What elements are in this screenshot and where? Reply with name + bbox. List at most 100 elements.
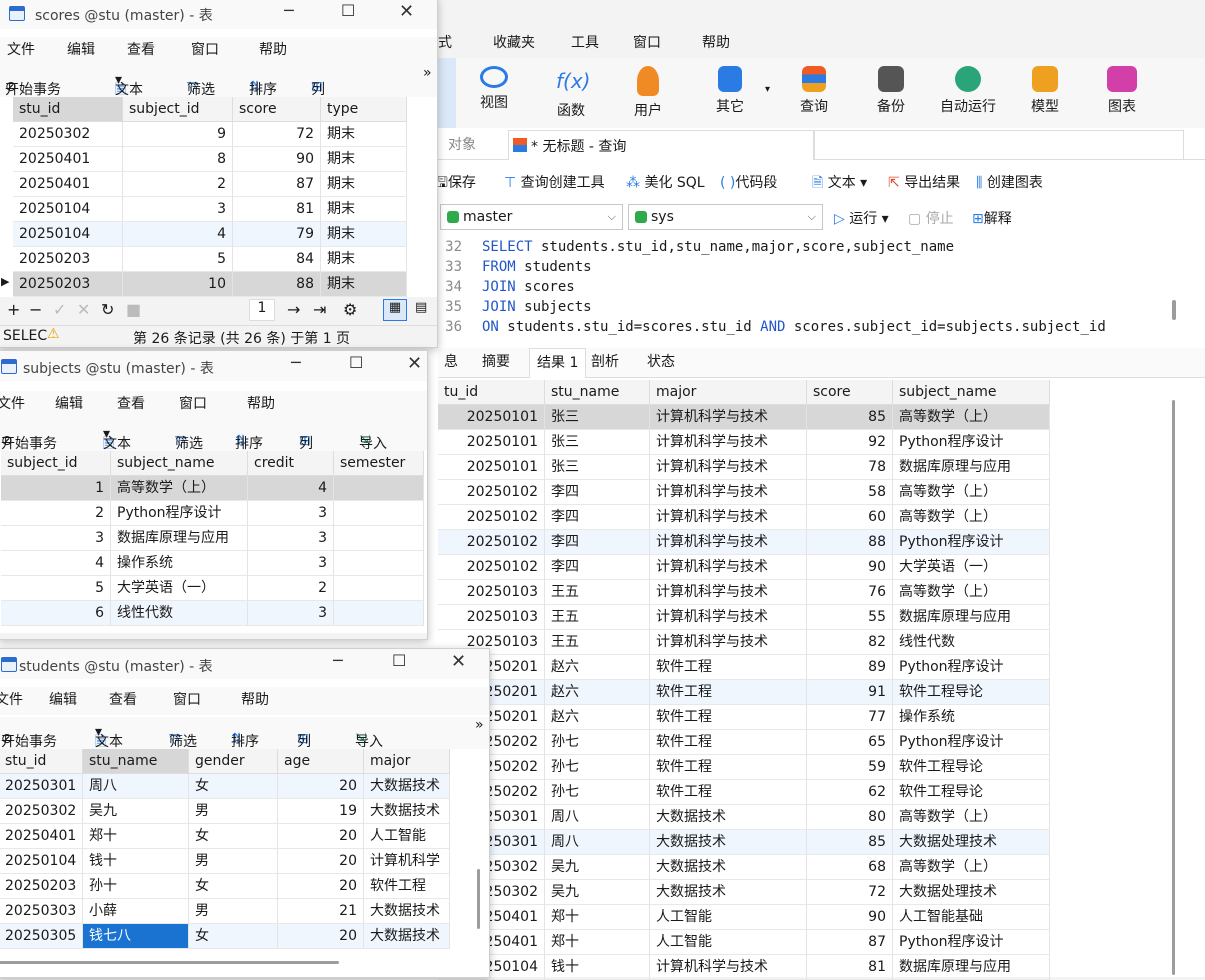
table-cell[interactable]: 李四 [545, 480, 650, 505]
table-cell[interactable]: 76 [807, 580, 893, 605]
form-view-icon[interactable]: ▤ [415, 300, 427, 315]
table-cell[interactable]: 5 [123, 247, 233, 272]
editor-scrollbar[interactable] [1172, 300, 1176, 320]
explain-button[interactable]: ⊞解释 [972, 208, 1012, 228]
close-button[interactable]: ✕ [399, 1, 414, 22]
table-cell[interactable]: 92 [807, 430, 893, 455]
table-cell[interactable]: 线性代数 [893, 630, 1050, 655]
menu-item[interactable]: 帮助 [247, 393, 275, 413]
table-cell[interactable]: 20250203 [13, 247, 123, 272]
table-cell[interactable]: Python程序设计 [893, 430, 1050, 455]
table-cell[interactable]: 软件工程导论 [893, 680, 1050, 705]
table-cell[interactable]: 4 [248, 476, 334, 501]
table-cell[interactable]: 吴九 [545, 855, 650, 880]
table-cell[interactable]: 王五 [545, 580, 650, 605]
table-cell[interactable]: 女 [189, 824, 278, 849]
table-cell[interactable]: 20 [278, 849, 364, 874]
ribbon-backup-button[interactable]: 备份 [858, 58, 924, 128]
column-header[interactable]: gender [189, 749, 278, 774]
column-header[interactable]: credit [248, 451, 334, 476]
table-cell[interactable]: 高等数学（上） [893, 805, 1050, 830]
table-cell[interactable]: 87 [807, 930, 893, 955]
table-cell[interactable]: 20250302 [0, 799, 83, 824]
table-cell[interactable]: 数据库原理与应用 [893, 605, 1050, 630]
tab-profile[interactable]: 剖析 [591, 348, 619, 378]
stop-button[interactable]: ▢ 停止 [908, 208, 954, 228]
discard-icon[interactable]: ✕ [77, 300, 90, 319]
table-cell[interactable] [334, 526, 424, 551]
table-cell[interactable]: 女 [189, 774, 278, 799]
table-cell[interactable]: 90 [807, 905, 893, 930]
column-header[interactable]: score [233, 97, 321, 122]
close-button[interactable]: ✕ [407, 353, 422, 374]
table-cell[interactable]: 李四 [545, 530, 650, 555]
ribbon-automation-button[interactable]: 自动运行 [932, 58, 1004, 128]
ribbon-model-button[interactable]: 模型 [1012, 58, 1078, 128]
table-cell[interactable]: 大数据处理技术 [893, 830, 1050, 855]
database-select[interactable]: sys ⌵ [628, 204, 823, 230]
ribbon-other-dropdown-icon[interactable]: ▾ [765, 84, 770, 95]
table-cell[interactable]: 20250203 [0, 874, 83, 899]
table-cell[interactable]: 软件工程 [650, 680, 807, 705]
table-cell[interactable]: 线性代数 [111, 601, 248, 626]
table-cell[interactable]: 周八 [83, 774, 189, 799]
table-cell[interactable]: 20250102 [438, 505, 545, 530]
table-cell[interactable]: 大学英语（一） [893, 555, 1050, 580]
sql-editor[interactable]: 32 SELECT students.stu_id,stu_name,major,… [438, 236, 1165, 340]
table-cell[interactable]: 88 [233, 272, 321, 297]
table-cell[interactable]: 大数据技术 [364, 924, 450, 949]
menu-format[interactable]: 式 [438, 32, 452, 52]
add-icon[interactable]: + [7, 300, 20, 319]
table-cell[interactable]: 男 [189, 799, 278, 824]
table-cell[interactable]: 3 [248, 551, 334, 576]
export-result-button[interactable]: ⇱ 导出结果 [888, 172, 960, 192]
table-cell[interactable]: 李四 [545, 505, 650, 530]
menu-item[interactable]: 文件 [0, 689, 23, 709]
table-cell[interactable]: 5 [1, 576, 111, 601]
menu-item[interactable]: 文件 [7, 39, 35, 59]
table-cell[interactable] [334, 576, 424, 601]
table-cell[interactable]: 赵六 [545, 705, 650, 730]
table-cell[interactable]: 软件工程 [650, 655, 807, 680]
table-cell[interactable]: 大数据技术 [650, 830, 807, 855]
students-hscrollbar[interactable] [0, 961, 339, 964]
table-cell[interactable]: 2 [248, 576, 334, 601]
table-cell[interactable]: 81 [233, 197, 321, 222]
column-header[interactable]: stu_name [545, 380, 650, 405]
menu-item[interactable]: 窗口 [191, 39, 219, 59]
text-button[interactable]: 🗎 文本 ▾ [95, 724, 123, 750]
table-cell[interactable]: 软件工程 [650, 780, 807, 805]
scores-grid[interactable]: stu_id subject_id score type 20250302 9 72 期末 20… [13, 97, 409, 297]
table-cell[interactable]: 计算机科学与技术 [650, 505, 807, 530]
more-tools-icon[interactable]: » [475, 717, 484, 733]
students-scrollbar[interactable] [477, 869, 480, 929]
beautify-sql-button[interactable]: ⁂ 美化 SQL [626, 172, 705, 192]
table-cell[interactable]: 赵六 [545, 680, 650, 705]
grid-view-icon[interactable]: ▦ [383, 299, 407, 321]
table-cell[interactable]: 大数据技术 [650, 805, 807, 830]
table-cell[interactable]: 大数据技术 [650, 855, 807, 880]
table-cell[interactable]: Python程序设计 [893, 530, 1050, 555]
table-cell[interactable]: 20250301 [0, 774, 83, 799]
table-cell[interactable]: 20 [278, 774, 364, 799]
table-cell[interactable]: 84 [233, 247, 321, 272]
page-input[interactable]: 1 [249, 299, 275, 321]
table-cell[interactable]: 数据库原理与应用 [111, 526, 248, 551]
menu-help[interactable]: 帮助 [702, 32, 730, 52]
table-cell[interactable]: 吴九 [545, 880, 650, 905]
menu-item[interactable]: 查看 [109, 689, 137, 709]
table-cell[interactable]: 计算机科学 [364, 849, 450, 874]
table-cell[interactable]: 软件工程 [364, 874, 450, 899]
table-cell[interactable]: 3 [123, 197, 233, 222]
table-cell[interactable]: 人工智能 [650, 905, 807, 930]
table-cell[interactable] [334, 601, 424, 626]
column-header[interactable]: stu_id [13, 97, 123, 122]
table-cell[interactable]: 高等数学（上） [111, 476, 248, 501]
table-cell[interactable]: 孙七 [545, 780, 650, 805]
table-cell[interactable]: 软件工程 [650, 730, 807, 755]
maximize-button[interactable]: ☐ [349, 353, 363, 372]
table-cell[interactable]: 钱十 [83, 849, 189, 874]
table-cell[interactable]: 操作系统 [893, 705, 1050, 730]
menu-item[interactable]: 窗口 [173, 689, 201, 709]
table-cell[interactable]: 20250302 [13, 122, 123, 147]
